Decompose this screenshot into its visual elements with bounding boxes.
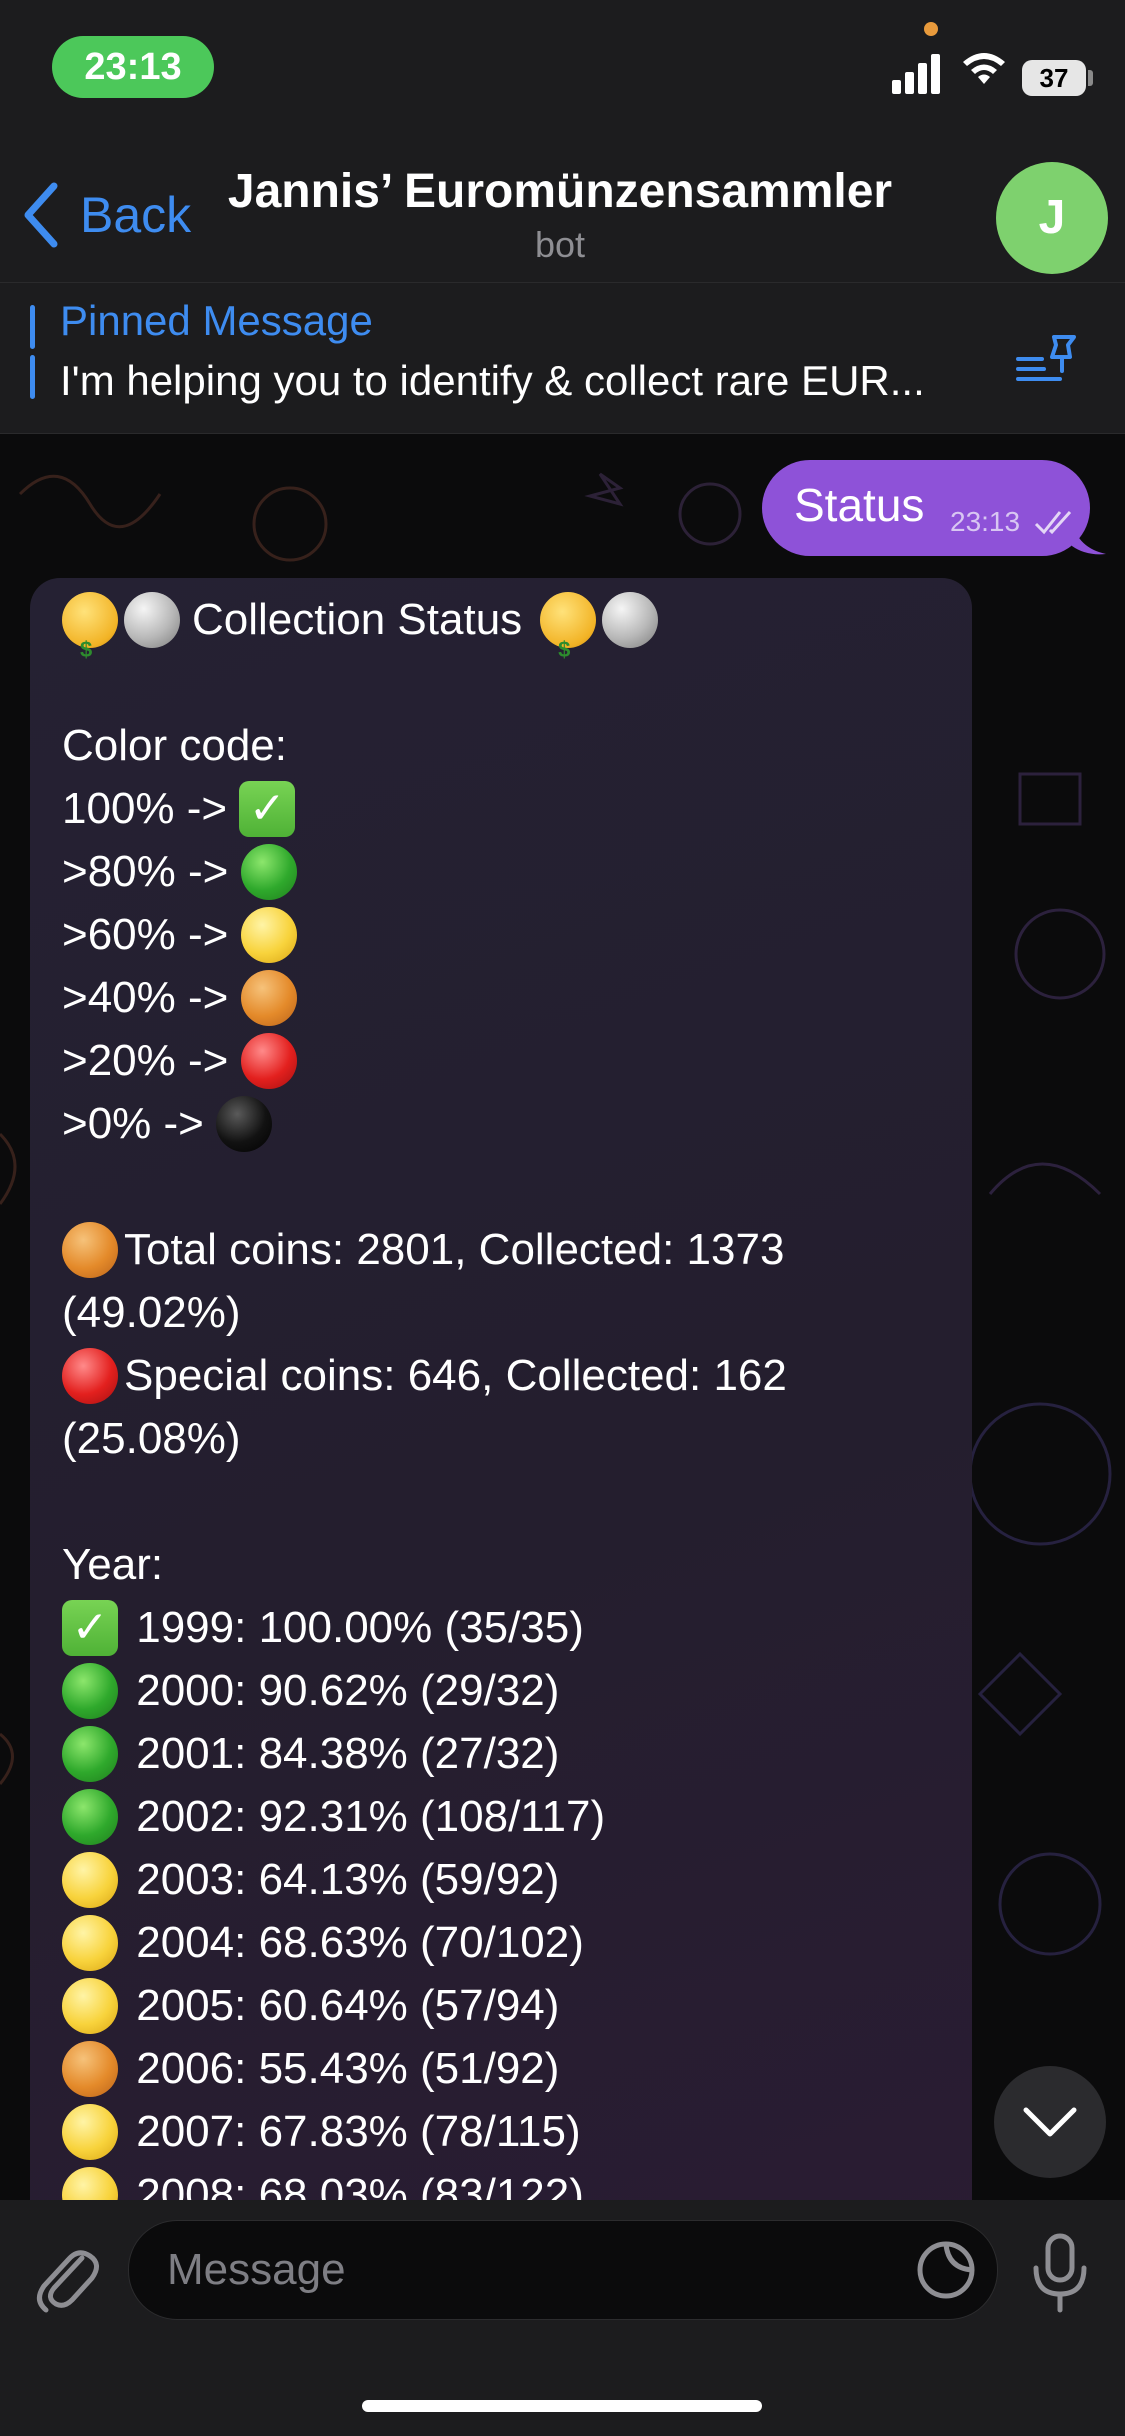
year-text: 2001: 84.38% (27/32): [136, 1729, 560, 1778]
scroll-down-button[interactable]: [994, 2066, 1106, 2178]
sticker-icon[interactable]: [915, 2239, 977, 2301]
green-circle-icon: [240, 843, 297, 900]
year-row: 2008: 68.03% (83/122): [62, 2163, 942, 2200]
incoming-message[interactable]: Collection Status Color code: 100% -> ✓ …: [30, 578, 972, 2200]
red-circle-icon: [240, 1032, 297, 1089]
status-message-body: Collection Status Color code: 100% -> ✓ …: [62, 588, 942, 2200]
header-text: Collection Status: [192, 595, 523, 644]
wifi-icon: [963, 53, 1005, 84]
color-code-text: >20% ->: [62, 1036, 229, 1085]
pin-list-icon[interactable]: [1014, 333, 1080, 389]
yellow-circle-icon: [62, 2166, 118, 2200]
yellow-circle-icon: [62, 1914, 118, 1971]
double-check-icon: [1034, 510, 1072, 535]
year-text: 2004: 68.63% (70/102): [136, 1918, 584, 1967]
message-input[interactable]: Message: [128, 2220, 998, 2320]
color-code-row: >40% ->: [62, 966, 942, 1029]
year-text: 2007: 67.83% (78/115): [136, 2107, 581, 2156]
color-code-text: 100% ->: [62, 784, 228, 833]
yellow-circle-icon: [62, 1851, 118, 1908]
year-row: 2005: 60.64% (57/94): [62, 1974, 942, 2037]
color-code-row: >80% ->: [62, 840, 942, 903]
year-text: 2005: 60.64% (57/94): [136, 1981, 560, 2030]
pinned-text: I'm helping you to identify & collect ra…: [60, 357, 925, 404]
message-text: Status: [794, 479, 925, 531]
green-circle-icon: [62, 1788, 118, 1845]
money-face-icon: [62, 591, 118, 681]
green-circle-icon: [62, 1662, 118, 1719]
color-code-text: >40% ->: [62, 973, 229, 1022]
total-coins-percent: (49.02%): [62, 1288, 241, 1337]
message-input-bar: Message: [0, 2200, 1125, 2436]
black-circle-icon: [216, 1095, 273, 1152]
money-face-icon: [540, 591, 597, 681]
avatar[interactable]: J: [996, 162, 1108, 274]
year-text: 2002: 92.31% (108/117): [136, 1792, 606, 1841]
home-indicator[interactable]: [362, 2400, 762, 2412]
message-time: 23:13: [950, 506, 1021, 537]
status-time: 23:13: [52, 36, 214, 98]
green-circle-icon: [62, 1725, 118, 1782]
color-code-text: >60% ->: [62, 910, 229, 959]
year-row: 2007: 67.83% (78/115): [62, 2100, 942, 2163]
battery-nub: [1088, 70, 1093, 86]
privacy-indicator-dot: [924, 22, 938, 36]
color-code-title: Color code:: [62, 721, 288, 770]
year-row: 2001: 84.38% (27/32): [62, 1722, 942, 1785]
yellow-circle-icon: [240, 906, 297, 963]
paperclip-icon[interactable]: [30, 2236, 102, 2316]
year-row: 2006: 55.43% (51/92): [62, 2037, 942, 2100]
color-code-row: >20% ->: [62, 1029, 942, 1092]
check-icon: ✓: [62, 1599, 118, 1656]
chevron-left-icon: [24, 182, 58, 248]
year-text: 2000: 90.62% (29/32): [136, 1666, 560, 1715]
orange-circle-icon: [240, 969, 297, 1026]
year-text: 2008: 68.03% (83/122): [136, 2170, 584, 2200]
microphone-icon[interactable]: [1030, 2232, 1090, 2314]
special-coins-percent: (25.08%): [62, 1414, 241, 1463]
orange-circle-icon: [62, 2040, 118, 2097]
year-text: 2006: 55.43% (51/92): [136, 2044, 560, 2093]
coin-icon: [602, 591, 659, 648]
color-code-row: >60% ->: [62, 903, 942, 966]
total-coins-text: Total coins: 2801, Collected: 1373: [124, 1225, 785, 1274]
year-row: 2002: 92.31% (108/117): [62, 1785, 942, 1848]
status-bar: 23:13 37: [0, 0, 1125, 150]
chat-subtitle: bot: [534, 224, 586, 265]
red-circle-icon: [62, 1347, 118, 1404]
chat-header: Back Jannis’ Euromünzensammler bot J: [0, 150, 1125, 283]
chevron-down-icon: [1023, 2107, 1077, 2137]
year-row: 2000: 90.62% (29/32): [62, 1659, 942, 1722]
color-code-row: >0% ->: [62, 1092, 942, 1155]
total-coins-row: Total coins: 2801, Collected: 1373: [62, 1218, 942, 1281]
yellow-circle-icon: [62, 2103, 118, 2160]
chat-title[interactable]: Jannis’ Euromünzensammler: [150, 164, 970, 219]
check-icon: ✓: [239, 780, 296, 837]
year-title: Year:: [62, 1540, 164, 1589]
message-header: Collection Status: [62, 588, 942, 681]
outgoing-message[interactable]: Status 23:13: [762, 460, 1090, 556]
year-text: 2003: 64.13% (59/92): [136, 1855, 560, 1904]
year-row: ✓ 1999: 100.00% (35/35): [62, 1596, 942, 1659]
color-code-text: >80% ->: [62, 847, 229, 896]
color-code-row: 100% -> ✓: [62, 777, 942, 840]
year-row: 2004: 68.63% (70/102): [62, 1911, 942, 1974]
pinned-message-bar[interactable]: Pinned Message I'm helping you to identi…: [0, 283, 1125, 434]
battery-icon: 37: [1022, 60, 1086, 96]
special-coins-text: Special coins: 646, Collected: 162: [124, 1351, 787, 1400]
pinned-indicator: [30, 305, 35, 349]
special-coins-row: Special coins: 646, Collected: 162: [62, 1344, 942, 1407]
pinned-indicator: [30, 355, 35, 399]
yellow-circle-icon: [62, 1977, 118, 2034]
bubble-tail: [1072, 522, 1106, 555]
signal-icon: [892, 50, 946, 94]
orange-circle-icon: [62, 1221, 118, 1278]
color-code-text: >0% ->: [62, 1099, 204, 1148]
year-row: 2003: 64.13% (59/92): [62, 1848, 942, 1911]
coin-icon: [124, 591, 180, 648]
year-text: 1999: 100.00% (35/35): [136, 1603, 584, 1652]
message-placeholder: Message: [167, 2245, 346, 2294]
chat-area[interactable]: Status 23:13 Collection Status Color cod…: [0, 434, 1125, 2200]
pinned-title: Pinned Message: [60, 297, 373, 344]
